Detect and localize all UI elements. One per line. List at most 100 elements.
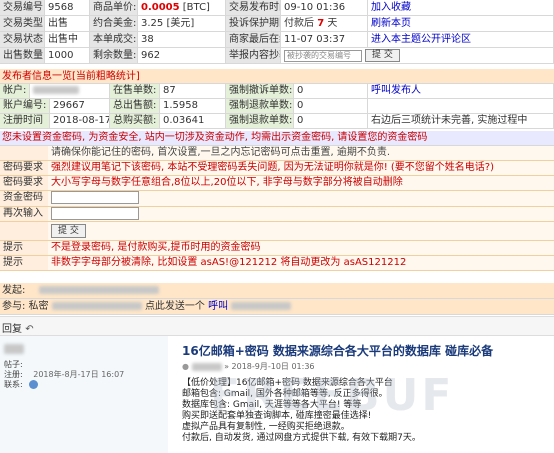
trade-status-label: 交易状态:: [0, 32, 45, 48]
participant-text: 点此发送一个: [144, 301, 205, 312]
empty-cell: [368, 99, 554, 114]
account-id-label: 账户编号:: [0, 99, 50, 114]
report-plagiarism-label: 举报内容抄袭:: [226, 48, 281, 64]
add-favorite-link[interactable]: 加入收藏: [368, 0, 554, 16]
trade-row: 出售数量: 1000 剩余数量: 962 举报内容抄袭: 被抄袭的交易编号提 交: [0, 48, 554, 64]
confirm-password-label: 再次输入: [0, 206, 48, 222]
total-sales-label: 总出售额:: [110, 99, 160, 114]
deals-label: 本单成交:: [90, 32, 138, 48]
password-row: 再次输入: [0, 206, 554, 222]
register-time-label: 注册时间: [0, 114, 50, 129]
public-comments-link[interactable]: 进入本主题公开评论区: [368, 32, 554, 48]
password-row-label: 密码要求: [0, 161, 48, 176]
contact-icon[interactable]: [29, 380, 39, 389]
trade-type-value: 出售: [45, 16, 90, 32]
trade-status-value: 出售中: [45, 32, 90, 48]
report-form: 被抄袭的交易编号提 交: [281, 48, 554, 64]
participant-row: 参与: 私密 点此发送一个 呼叫: [0, 299, 554, 315]
publish-time-label: 交易发布时间:: [226, 0, 281, 16]
total-purchase-label: 总购买额:: [110, 114, 160, 129]
password-warning: 您未设置资金密码, 为资金安全, 站内一切涉及资金动作, 均需出示资金密码, 请…: [0, 131, 554, 146]
account-value: [30, 84, 110, 99]
on-sale-value: 87: [160, 84, 226, 99]
plagiarized-id-input[interactable]: 被抄袭的交易编号: [284, 49, 362, 62]
tip-text: 非数字字母部分被清除, 比如设置 asAS!@121212 将自动更改为 asA…: [48, 256, 554, 271]
unit-price-value: 0.0005 [BTC]: [138, 0, 226, 16]
publisher-row: 注册时间 2018-08-17 总购买额: 0.03641 强制退款单数: 0 …: [0, 114, 554, 129]
fund-password-cell: [48, 191, 554, 207]
forced-withdraw-label: 强制撤诉单数:: [226, 84, 294, 99]
password-row: 密码要求 强烈建议用笔记下该密码, 本站不受理密码丢失问题, 因为无法证明你就是…: [0, 161, 554, 176]
forced-refund-label-2: 强制退款单数:: [226, 114, 294, 129]
password-row: 提示 不是登录密码, 是付款购买,提币时用的资金密码: [0, 241, 554, 256]
post-line: 虚拟产品具有复制性, 一经购买拒绝退款。: [182, 422, 350, 432]
initiator-row: 发起:: [0, 283, 554, 299]
sell-qty-value: 1000: [45, 48, 90, 64]
confirm-password-cell: [48, 206, 554, 222]
publisher-row: 帐户: 在售单数: 87 强制撤诉单数: 0 呼叫发布人: [0, 84, 554, 99]
post-title: 16亿邮箱+密码 数据来源综合各大平台的数据库 碰库必备: [182, 344, 494, 358]
account-label: 帐户:: [0, 84, 30, 99]
last-online-value: 11-07 03:37: [281, 32, 368, 48]
trade-type-label: 交易类型:: [0, 16, 45, 32]
reply-arrow-icon: ↶: [25, 324, 34, 335]
trade-id-label: 交易编号:: [0, 0, 45, 16]
remaining-qty-label: 剩余数量:: [90, 48, 138, 64]
total-purchase-value: 0.03641: [160, 114, 226, 129]
fund-password-label: 资金密码: [0, 191, 48, 207]
report-submit-button[interactable]: 提 交: [365, 49, 400, 62]
password-row-text: 大小写字母与数字任意组合,8位以上,20位以下, 非字母与数字部分将被自动删除: [48, 176, 554, 191]
tip-label: 提示: [0, 256, 48, 271]
fund-password-input[interactable]: [51, 191, 139, 204]
contact-row: 联系:: [4, 379, 39, 390]
usd-label: 约合美金:: [90, 16, 138, 32]
password-row: 提 交: [0, 222, 554, 241]
forced-refund-label: 强制退款单数:: [226, 99, 294, 114]
complaint-period-value: 付款后 7 天: [281, 16, 368, 32]
usd-value: 3.25 [美元]: [138, 16, 226, 32]
register-time-value: 2018-08-17: [50, 114, 110, 129]
submit-cell: 提 交: [48, 222, 554, 241]
trade-row: 交易状态: 出售中 本单成交: 38 商家最后在线: 11-07 03:37 进…: [0, 32, 554, 48]
tip-label: 提示: [0, 241, 48, 256]
call-publisher-link[interactable]: 呼叫发布人: [368, 84, 554, 99]
tip-text: 不是登录密码, 是付款购买,提币时用的资金密码: [48, 241, 554, 256]
reply-bar: 回复 ↶: [0, 316, 554, 336]
call-link[interactable]: 呼叫: [208, 301, 228, 312]
forced-withdraw-value: 0: [294, 84, 368, 99]
publisher-info: 发布者信息一览[当前粗略统计] 帐户: 在售单数: 87 强制撤诉单数: 0 呼…: [0, 69, 554, 129]
on-sale-label: 在售单数:: [110, 84, 160, 99]
trade-row: 交易编号: 9568 商品单价: 0.0005 [BTC] 交易发布时间: 09…: [0, 0, 554, 16]
password-row: 资金密码: [0, 191, 554, 207]
password-row: 请确保你能记住的密码, 首次设置,一旦之内忘记密码可点击重置, 逾期不负责.: [0, 146, 554, 161]
publisher-row: 账户编号: 29667 总出售额: 1.5958 强制退款单数: 0: [0, 99, 554, 114]
stats-note: 右边后三项统计未完善, 实施过程中: [368, 114, 554, 129]
fund-password-setup: 您未设置资金密码, 为资金安全, 站内一切涉及资金动作, 均需出示资金密码, 请…: [0, 131, 554, 271]
forced-refund-value: 0: [294, 99, 368, 114]
freebuf-watermark: FREEBUF: [210, 370, 455, 421]
trade-row: 交易类型: 出售 约合美金: 3.25 [美元] 投诉保护期限: 付款后 7 天…: [0, 16, 554, 32]
account-id-value: 29667: [50, 99, 110, 114]
forced-refund-value-2: 0: [294, 114, 368, 129]
password-row-text: 请确保你能记住的密码, 首次设置,一旦之内忘记密码可点击重置, 逾期不负责.: [48, 146, 554, 161]
trade-id-value: 9568: [45, 0, 90, 16]
refresh-page-link[interactable]: 刷新本页: [368, 16, 554, 32]
poster-sidebar: 帖子: 注册: 2018年-8月-17日 16:07 联系:: [0, 336, 168, 453]
confirm-password-input[interactable]: [51, 206, 139, 220]
reply-button[interactable]: 回复 ↶: [2, 320, 34, 335]
password-row-text: 强烈建议用笔记下该密码, 本站不受理密码丢失问题, 因为无法证明你就是你! (要…: [48, 161, 554, 176]
last-online-label: 商家最后在线:: [226, 32, 281, 48]
publish-time-value: 09-10 01:36: [281, 0, 368, 16]
password-submit-button[interactable]: 提 交: [51, 224, 86, 238]
remaining-qty-value: 962: [138, 48, 226, 64]
post-line: 付款后, 自动发货, 通过网盘方式提供下载, 有效下载期7天。: [182, 433, 421, 443]
password-row: 密码要求 大小写字母与数字任意组合,8位以上,20位以下, 非字母与数字部分将被…: [0, 176, 554, 191]
complaint-period-label: 投诉保护期限:: [226, 16, 281, 32]
initiator-label: 发起:: [2, 285, 26, 296]
empty-cell: [0, 222, 48, 241]
deals-value: 38: [138, 32, 226, 48]
sell-qty-label: 出售数量:: [0, 48, 45, 64]
total-sales-value: 1.5958: [160, 99, 226, 114]
password-row-label: [0, 146, 48, 161]
poster-avatar: [4, 344, 24, 355]
